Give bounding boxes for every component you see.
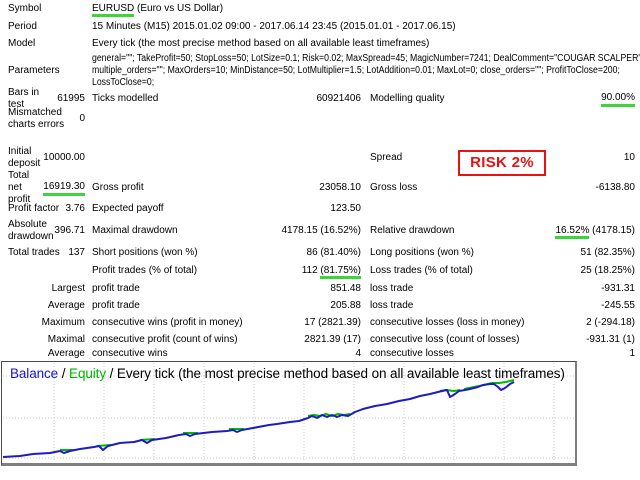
profit-trades-value: 112 (81.75%) bbox=[302, 265, 361, 277]
parameters-line-1: general=""; TakeProfit=50; StopLoss=50; … bbox=[92, 53, 640, 65]
parameters-line-3: LossToClose=0; bbox=[92, 77, 154, 89]
row-model: Model Every tick (the most precise metho… bbox=[0, 37, 640, 51]
relative-dd-label: Relative drawdown bbox=[370, 225, 455, 237]
net-profit-label: Total net profit bbox=[8, 170, 43, 206]
absolute-dd-value: 396.71 bbox=[54, 225, 85, 237]
maximum-label: Maximum bbox=[42, 317, 85, 329]
maximal-label: Maximal bbox=[48, 334, 85, 346]
model-value: Every tick (the most precise method base… bbox=[92, 38, 429, 50]
mismatched-value: 0 bbox=[79, 113, 85, 125]
row-mismatched: Mismatched charts errors 0 bbox=[0, 102, 640, 136]
row-net-profit: Total net profit16919.30 Gross profit230… bbox=[0, 176, 640, 200]
gross-profit-value: 23058.10 bbox=[319, 182, 361, 194]
profit-trades-label: Profit trades (% of total) bbox=[92, 265, 197, 277]
profit-factor-value: 3.76 bbox=[66, 203, 85, 215]
total-trades-label: Total trades bbox=[8, 247, 60, 259]
gross-loss-label: Gross loss bbox=[370, 182, 417, 194]
maximal-loss-value: -931.31 (1) bbox=[586, 334, 635, 346]
gross-loss-value: -6138.80 bbox=[596, 182, 635, 194]
chart-title: Balance / Equity / Every tick (the most … bbox=[10, 365, 574, 382]
deposit-label: Initial deposit bbox=[8, 146, 43, 170]
row-symbol: Symbol EURUSD (Euro vs US Dollar) bbox=[0, 2, 640, 16]
row-maximal-consecutive: Maximal consecutive profit (count of win… bbox=[0, 333, 640, 347]
avg-consec-wins-value: 4 bbox=[355, 348, 361, 360]
period-value: 15 Minutes (M15) 2015.01.02 09:00 - 2017… bbox=[92, 21, 456, 33]
average-label: Average bbox=[48, 300, 85, 312]
spread-value: 10 bbox=[624, 152, 635, 164]
risk-annotation: RISK 2% bbox=[458, 150, 546, 176]
balance-chart: Balance / Equity / Every tick (the most … bbox=[1, 361, 577, 466]
row-profit-trades: Profit trades (% of total) 112 (81.75%) L… bbox=[0, 264, 640, 278]
parameters-line-2: multiple_orders=""; MaxOrders=10; MinDis… bbox=[92, 65, 620, 77]
row-period: Period 15 Minutes (M15) 2015.01.02 09:00… bbox=[0, 20, 640, 34]
absolute-dd-label: Absolute drawdown bbox=[8, 219, 54, 243]
long-positions-value: 51 (82.35%) bbox=[581, 247, 635, 259]
avg-consec-losses-value: 1 bbox=[629, 348, 635, 360]
largest-label: Largest bbox=[52, 283, 85, 295]
average-loss-value: -245.55 bbox=[601, 300, 635, 312]
model-label: Model bbox=[8, 38, 35, 50]
deposit-value: 10000.00 bbox=[43, 152, 85, 164]
maximal-profit-label: consecutive profit (count of wins) bbox=[92, 334, 238, 346]
max-consec-losses-value: 2 (-294.18) bbox=[586, 317, 635, 329]
chart-title-model: / Every tick (the most precise method ba… bbox=[106, 366, 565, 381]
parameters-label: Parameters bbox=[8, 65, 60, 77]
row-average-consecutive: Average consecutive wins 4 consecutive lo… bbox=[0, 347, 640, 361]
max-consec-wins-value: 17 (2821.39) bbox=[304, 317, 361, 329]
long-positions-label: Long positions (won %) bbox=[370, 247, 474, 259]
strategy-tester-report: Symbol EURUSD (Euro vs US Dollar) Period… bbox=[0, 0, 640, 480]
average-profit-value: 205.88 bbox=[330, 300, 361, 312]
row-parameters: Parameters general=""; TakeProfit=50; St… bbox=[0, 53, 640, 89]
balance-line bbox=[3, 382, 514, 457]
largest-profit-label: profit trade bbox=[92, 283, 140, 295]
average-loss-label: loss trade bbox=[370, 300, 413, 312]
spread-label: Spread bbox=[370, 152, 402, 164]
row-largest: Largest profit trade 851.48 loss trade -93… bbox=[0, 282, 640, 296]
total-trades-value: 137 bbox=[68, 247, 85, 259]
period-label: Period bbox=[8, 21, 37, 33]
chart-title-equity: Equity bbox=[69, 366, 106, 381]
row-profit-factor: Profit factor 3.76 Expected payoff 123.50 bbox=[0, 202, 640, 216]
largest-profit-value: 851.48 bbox=[330, 283, 361, 295]
mismatched-label: Mismatched charts errors bbox=[8, 107, 68, 131]
expected-payoff-value: 123.50 bbox=[330, 203, 361, 215]
average-profit-label: profit trade bbox=[92, 300, 140, 312]
net-profit-value: 16919.30 bbox=[43, 181, 85, 196]
largest-loss-label: loss trade bbox=[370, 283, 413, 295]
maximal-dd-label: Maximal drawdown bbox=[92, 225, 178, 237]
loss-trades-value: 25 (18.25%) bbox=[581, 265, 635, 277]
maximal-dd-value: 4178.15 (16.52%) bbox=[281, 225, 361, 237]
maximal-loss-label: consecutive loss (count of losses) bbox=[370, 334, 520, 346]
row-drawdown: Absolute drawdown396.71 Maximal drawdown… bbox=[0, 219, 640, 243]
avg-consec-wins-label: consecutive wins bbox=[92, 348, 168, 360]
largest-loss-value: -931.31 bbox=[601, 283, 635, 295]
maximal-profit-value: 2821.39 (17) bbox=[304, 334, 361, 346]
loss-trades-label: Loss trades (% of total) bbox=[370, 265, 473, 277]
short-positions-value: 86 (81.40%) bbox=[307, 247, 361, 259]
chart-title-balance: Balance bbox=[10, 366, 58, 381]
avg-consec-losses-label: consecutive losses bbox=[370, 348, 454, 360]
avg-consec-label: Average bbox=[48, 348, 85, 360]
symbol-highlight: EURUSD bbox=[92, 3, 134, 17]
symbol-label: Symbol bbox=[8, 3, 41, 15]
symbol-value: EURUSD (Euro vs US Dollar) bbox=[92, 3, 223, 15]
short-positions-label: Short positions (won %) bbox=[92, 247, 198, 259]
profit-factor-label: Profit factor bbox=[8, 203, 59, 215]
expected-payoff-label: Expected payoff bbox=[92, 203, 164, 215]
row-average-trade: Average profit trade 205.88 loss trade -24… bbox=[0, 299, 640, 313]
max-consec-losses-label: consecutive losses (loss in money) bbox=[370, 317, 525, 329]
gross-profit-label: Gross profit bbox=[92, 182, 144, 194]
row-maximum-consecutive: Maximum consecutive wins (profit in mone… bbox=[0, 316, 640, 330]
row-total-trades: Total trades 137 Short positions (won %) 8… bbox=[0, 246, 640, 260]
max-consec-wins-label: consecutive wins (profit in money) bbox=[92, 317, 243, 329]
relative-dd-value: 16.52% (4178.15) bbox=[555, 225, 635, 237]
